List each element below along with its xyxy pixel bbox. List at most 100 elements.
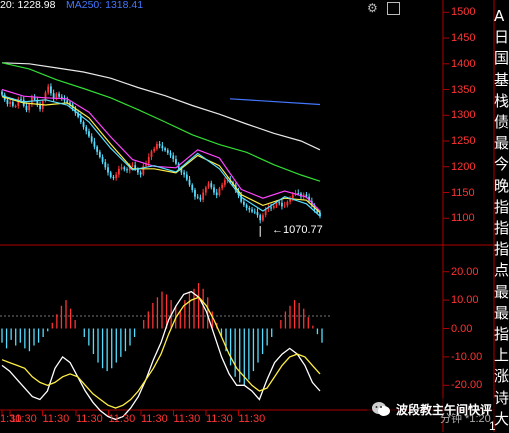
side-panel-char: 指 (494, 220, 509, 236)
candle-body (215, 192, 218, 196)
dif-line (1, 290, 321, 421)
candle-body (96, 146, 99, 152)
candle-body (175, 159, 177, 164)
indicator-tick-label: 10.00 (451, 294, 479, 307)
candle-body (262, 215, 264, 221)
time-tick-label: 11:30 (238, 413, 266, 425)
price-tick-label: 1500 (451, 6, 476, 19)
candle-body (107, 167, 109, 173)
indicator-tick-label: -10.00 (451, 350, 483, 363)
candle-body (264, 209, 267, 216)
ma-line-ma-white (1, 62, 321, 151)
candle-body (278, 202, 281, 204)
candle-body (88, 131, 90, 137)
candle-body (131, 165, 134, 167)
candle-body (169, 152, 172, 156)
candle-body (126, 169, 128, 171)
wechat-bubble-icon (372, 402, 390, 416)
indicator-tick-label: -20.00 (451, 379, 483, 392)
candle-body (93, 141, 96, 147)
side-panel-char: 最 (494, 135, 509, 152)
candle-body (14, 106, 17, 108)
candle-body (164, 148, 166, 151)
candle-body (9, 101, 12, 104)
candle-body (79, 116, 82, 122)
candle-body (120, 167, 123, 169)
candle-body (101, 156, 104, 163)
price-tick-label: 1150 (451, 186, 475, 199)
side-panel-char: 日 (494, 29, 509, 46)
time-tick-label: 11:30 (108, 413, 136, 425)
side-panel-char: 债 (494, 114, 509, 130)
bottom-left-label: 1 (489, 419, 496, 433)
candle-body (188, 179, 191, 185)
candle-body (98, 151, 101, 157)
price-tick-label: 1450 (451, 32, 476, 45)
candle-body (202, 192, 205, 200)
candle-body (6, 99, 9, 104)
time-tick-label: 11:30 (76, 413, 103, 425)
side-panel-char: 大 (494, 410, 509, 427)
low-annotation-value: 1070.77 (283, 224, 323, 236)
side-panel-char: 上 (494, 347, 509, 364)
dea-line (1, 296, 321, 409)
candle-body (194, 189, 196, 197)
candle-body (82, 121, 85, 128)
candle-body (297, 193, 300, 195)
price-tick-label: 1200 (451, 160, 476, 173)
price-tick-label: 1100 (451, 212, 475, 225)
candle-body (196, 196, 199, 198)
settings-gear-icon[interactable]: ⚙ (367, 2, 380, 15)
side-panel-char: 栈 (494, 92, 509, 109)
ma-line-ma-magenta (1, 88, 321, 212)
side-panel-char: 指 (494, 198, 509, 215)
side-panel-char: 晚 (494, 177, 509, 194)
price-tick-label: 1350 (451, 83, 476, 96)
indicator-tick-label: 20.00 (451, 265, 479, 278)
candle-body (117, 168, 120, 175)
candle-body (161, 145, 164, 149)
side-panel-char: 指 (494, 326, 509, 342)
candle-body (158, 144, 161, 146)
candle-body (139, 172, 142, 175)
candle-body (221, 184, 224, 189)
candle-body (281, 202, 283, 207)
side-panel-char: 最 (494, 283, 509, 300)
low-annotation-arrow: ← (272, 224, 283, 236)
chart-canvas[interactable] (0, 0, 509, 432)
stock-chart-window: 20: 1228.98 MA250: 1318.41 ⚙ 1500 1450 140… (0, 0, 509, 432)
candle-body (199, 197, 202, 200)
candle-body (286, 201, 289, 206)
candle-body (39, 104, 41, 110)
candle-body (123, 167, 126, 170)
candle-body (25, 106, 28, 111)
price-tick-label: 1400 (451, 57, 476, 70)
candle-body (248, 207, 251, 210)
side-panel-char: A (494, 8, 505, 24)
time-tick-label: 11:30 (42, 413, 70, 425)
candle-body (172, 155, 175, 160)
side-panel-char: 基 (494, 71, 509, 88)
candle-body (1, 91, 3, 95)
side-panel-char: 诗 (494, 389, 509, 406)
side-panel-char: 涨 (494, 368, 509, 385)
candle-body (259, 215, 262, 221)
candle-body (207, 183, 210, 188)
candle-body (251, 209, 253, 212)
candle-body (291, 194, 294, 199)
time-tick-label: 11:30 (10, 413, 37, 425)
candle-body (142, 165, 145, 175)
time-tick-label: 11:30 (206, 413, 233, 425)
expand-icon[interactable] (387, 2, 400, 15)
time-tick-label: 11:30 (141, 413, 168, 425)
candle-body (283, 205, 286, 207)
candle-body (185, 174, 188, 180)
candle-body (218, 188, 221, 196)
indicator-tick-label: 0.00 (451, 322, 473, 335)
candle-body (66, 100, 69, 103)
candle-body (242, 201, 245, 205)
candle-body (11, 101, 14, 107)
candle-body (30, 96, 33, 104)
candle-body (213, 187, 215, 193)
candle-body (256, 212, 259, 216)
